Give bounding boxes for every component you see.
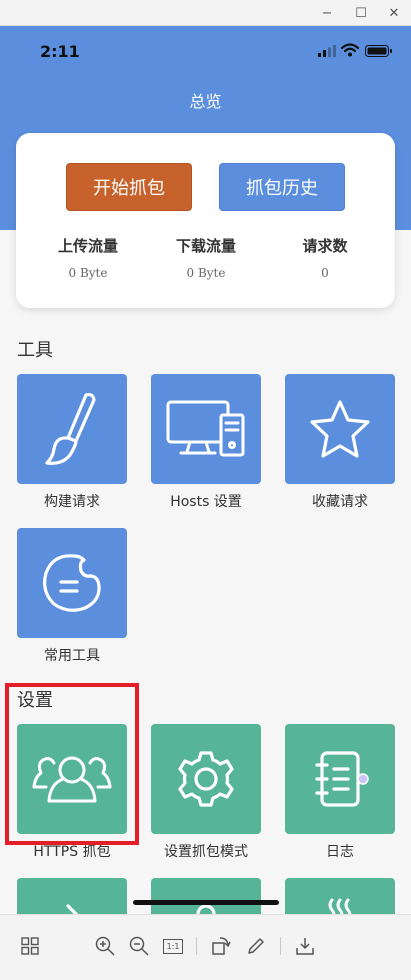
stat-value: 0 Byte xyxy=(186,266,226,280)
tile-label: Hosts 设置 xyxy=(170,494,242,510)
stat-label: 请求数 xyxy=(302,237,348,255)
log-tile[interactable] xyxy=(285,724,395,834)
actual-size-label: 1:1 xyxy=(163,938,183,954)
status-time: 2:11 xyxy=(40,42,80,61)
tile-label: 构建请求 xyxy=(44,494,100,510)
edit-icon[interactable] xyxy=(245,935,267,957)
steam-icon xyxy=(328,898,352,914)
stat-value: 0 xyxy=(321,266,329,280)
palette-icon xyxy=(43,554,101,612)
paintbrush-icon xyxy=(45,392,96,465)
zoom-out-icon[interactable] xyxy=(128,935,150,957)
settings-tile-row3-3[interactable] xyxy=(285,878,395,914)
capture-mode-tile[interactable] xyxy=(151,724,261,834)
rotate-icon[interactable] xyxy=(210,935,232,957)
common-tools-tile[interactable] xyxy=(17,528,127,638)
save-icon[interactable] xyxy=(294,935,316,957)
home-indicator xyxy=(133,900,279,905)
tile-label: 日志 xyxy=(326,844,354,860)
window-title-bar: − ☐ ✕ xyxy=(0,0,411,26)
maximize-button[interactable]: ☐ xyxy=(344,0,378,26)
build-request-tile[interactable] xyxy=(17,374,127,484)
tile-label: 收藏请求 xyxy=(312,494,368,510)
upload-traffic-stat: 上传流量 0 Byte xyxy=(28,235,148,280)
zoom-in-icon[interactable] xyxy=(94,935,116,957)
hosts-settings-tile[interactable] xyxy=(151,374,261,484)
minimize-button[interactable]: − xyxy=(310,0,344,26)
signal-icon xyxy=(318,45,336,57)
notebook-icon xyxy=(315,751,369,807)
capture-history-button[interactable]: 抓包历史 xyxy=(219,163,345,211)
close-button[interactable]: ✕ xyxy=(377,0,411,26)
toolbar-separator xyxy=(280,937,281,955)
favorite-requests-tile[interactable] xyxy=(285,374,395,484)
settings-tile-row3-1[interactable] xyxy=(17,878,127,914)
battery-icon xyxy=(365,45,392,57)
gear-icon xyxy=(178,751,234,807)
viewer-toolbar: 1:1 xyxy=(0,914,411,980)
tile-label: 设置抓包模式 xyxy=(164,844,248,860)
tools-section-title: 工具 xyxy=(17,340,53,361)
star-icon xyxy=(310,400,370,458)
status-bar: 2:11 xyxy=(0,26,411,76)
start-capture-button[interactable]: 开始抓包 xyxy=(66,163,192,211)
download-traffic-stat: 下载流量 0 Byte xyxy=(146,235,266,280)
highlight-box xyxy=(5,683,139,845)
stat-label: 下载流量 xyxy=(175,237,236,255)
wifi-icon xyxy=(341,43,359,57)
toolbar-separator xyxy=(196,937,197,955)
request-count-stat: 请求数 0 xyxy=(265,235,385,280)
capture-card: 开始抓包 抓包历史 上传流量 0 Byte 下载流量 0 Byte 请求数 0 xyxy=(16,133,395,308)
stat-label: 上传流量 xyxy=(57,237,118,255)
computer-icon xyxy=(166,400,245,457)
actual-size-icon[interactable]: 1:1 xyxy=(162,935,184,957)
tile-label: 常用工具 xyxy=(44,648,100,664)
chevron-right-icon xyxy=(66,904,79,914)
page-title: 总览 xyxy=(189,92,222,111)
settings-tile-row3-2[interactable] xyxy=(151,878,261,914)
grid-icon[interactable] xyxy=(19,935,41,957)
stat-value: 0 Byte xyxy=(68,266,108,280)
